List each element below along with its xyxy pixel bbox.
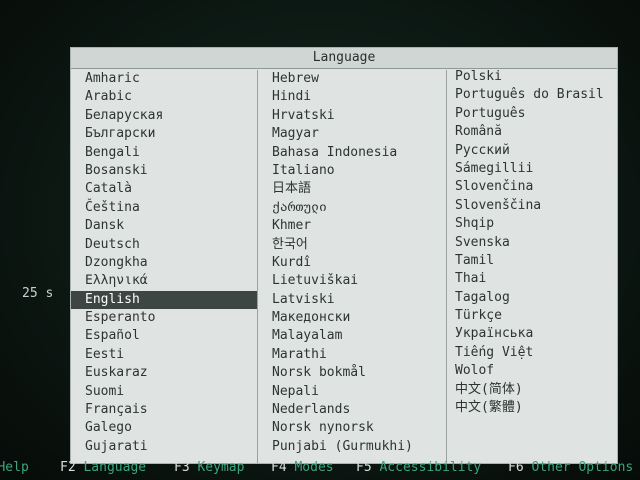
- fkey-f4[interactable]: F4 Modes: [271, 455, 334, 480]
- language-option[interactable]: Sámegillii: [447, 160, 617, 178]
- language-option[interactable]: Bahasa Indonesia: [258, 144, 446, 162]
- language-option[interactable]: Français: [71, 401, 257, 419]
- language-option[interactable]: Tamil: [447, 252, 617, 270]
- language-dialog: Language Amharic Arabic Беларуская Българск…: [70, 47, 618, 464]
- fkey-f5[interactable]: F5 Accessibility: [356, 455, 481, 480]
- dialog-title: Language: [71, 48, 617, 69]
- language-option[interactable]: Ελληνικά: [71, 272, 257, 290]
- language-option[interactable]: Euskaraz: [71, 364, 257, 382]
- countdown-timer: 25 s: [22, 286, 54, 301]
- language-option[interactable]: Eesti: [71, 346, 257, 364]
- language-column-1: Amharic Arabic Беларуская Български Bengali B…: [71, 70, 258, 463]
- fkey-label: Keymap: [197, 460, 245, 475]
- language-option[interactable]: Українська: [447, 325, 617, 343]
- language-option[interactable]: Bosanski: [71, 162, 257, 180]
- fkey-key: F6: [508, 460, 532, 475]
- language-option[interactable]: 한국어: [258, 236, 446, 254]
- language-option[interactable]: Latviski: [258, 291, 446, 309]
- fkey-f2[interactable]: F2 Language: [60, 455, 146, 480]
- language-option[interactable]: Tagalog: [447, 289, 617, 307]
- language-option[interactable]: Español: [71, 327, 257, 345]
- language-option[interactable]: Polski: [447, 68, 617, 86]
- function-key-bar: F1 Help F2 Language F3 Keymap F4 Modes F5 Ac…: [0, 455, 640, 480]
- language-option[interactable]: Malayalam: [258, 327, 446, 345]
- language-option[interactable]: Marathi: [258, 346, 446, 364]
- boot-screen: Language Amharic Arabic Беларуская Българск…: [0, 0, 640, 480]
- language-option[interactable]: Română: [447, 123, 617, 141]
- language-option[interactable]: Português: [447, 105, 617, 123]
- language-option[interactable]: Deutsch: [71, 236, 257, 254]
- fkey-label: Other Options: [531, 460, 634, 475]
- language-column-3: Polski Português do Brasil Português Română…: [447, 68, 617, 463]
- language-option[interactable]: Hebrew: [258, 70, 446, 88]
- language-option[interactable]: Suomi: [71, 383, 257, 401]
- language-option[interactable]: Български: [71, 125, 257, 143]
- language-option[interactable]: Hrvatski: [258, 107, 446, 125]
- language-option[interactable]: Italiano: [258, 162, 446, 180]
- language-option[interactable]: Lietuviškai: [258, 272, 446, 290]
- language-option[interactable]: Norsk nynorsk: [258, 419, 446, 437]
- language-option[interactable]: Arabic: [71, 88, 257, 106]
- fkey-key: F4: [271, 460, 295, 475]
- language-option[interactable]: Hindi: [258, 88, 446, 106]
- language-option[interactable]: Norsk bokmål: [258, 364, 446, 382]
- language-column-2: Hebrew Hindi Hrvatski Magyar Bahasa Indonesi…: [258, 70, 447, 463]
- language-option[interactable]: Esperanto: [71, 309, 257, 327]
- fkey-label: Help: [0, 460, 29, 475]
- language-option[interactable]: Svenska: [447, 234, 617, 252]
- fkey-f1[interactable]: F1 Help: [0, 455, 29, 480]
- language-option[interactable]: Dzongkha: [71, 254, 257, 272]
- fkey-key: F5: [356, 460, 380, 475]
- language-option[interactable]: Gujarati: [71, 438, 257, 456]
- language-option[interactable]: Македонски: [258, 309, 446, 327]
- fkey-f6[interactable]: F6 Other Options: [508, 455, 633, 480]
- language-option[interactable]: Punjabi (Gurmukhi): [258, 438, 446, 456]
- language-option[interactable]: Slovenčina: [447, 178, 617, 196]
- language-option[interactable]: Shqip: [447, 215, 617, 233]
- language-option[interactable]: Magyar: [258, 125, 446, 143]
- language-option[interactable]: ქართული: [258, 199, 446, 217]
- language-option[interactable]: Amharic: [71, 70, 257, 88]
- language-option[interactable]: 中文(繁體): [447, 399, 617, 417]
- language-option[interactable]: Русский: [447, 142, 617, 160]
- language-option[interactable]: Bengali: [71, 144, 257, 162]
- language-option[interactable]: Português do Brasil: [447, 86, 617, 104]
- language-option[interactable]: Dansk: [71, 217, 257, 235]
- fkey-label: Language: [83, 460, 147, 475]
- fkey-key: F2: [60, 460, 84, 475]
- language-option[interactable]: Türkçe: [447, 307, 617, 325]
- language-option[interactable]: English: [71, 290, 257, 310]
- fkey-key: F3: [174, 460, 198, 475]
- language-option[interactable]: Thai: [447, 270, 617, 288]
- fkey-label: Modes: [294, 460, 334, 475]
- language-option[interactable]: Català: [71, 180, 257, 198]
- language-option[interactable]: Slovenščina: [447, 197, 617, 215]
- language-option[interactable]: Nederlands: [258, 401, 446, 419]
- language-option[interactable]: Беларуская: [71, 107, 257, 125]
- language-option[interactable]: 中文(简体): [447, 381, 617, 399]
- language-option[interactable]: Wolof: [447, 362, 617, 380]
- language-option[interactable]: Nepali: [258, 383, 446, 401]
- language-option[interactable]: Galego: [71, 419, 257, 437]
- language-option[interactable]: Khmer: [258, 217, 446, 235]
- fkey-label: Accessibility: [379, 460, 482, 475]
- language-option[interactable]: Kurdî: [258, 254, 446, 272]
- fkey-f3[interactable]: F3 Keymap: [174, 455, 244, 480]
- language-option[interactable]: Tiếng Việt: [447, 344, 617, 362]
- language-option[interactable]: 日本語: [258, 180, 446, 198]
- language-option[interactable]: Čeština: [71, 199, 257, 217]
